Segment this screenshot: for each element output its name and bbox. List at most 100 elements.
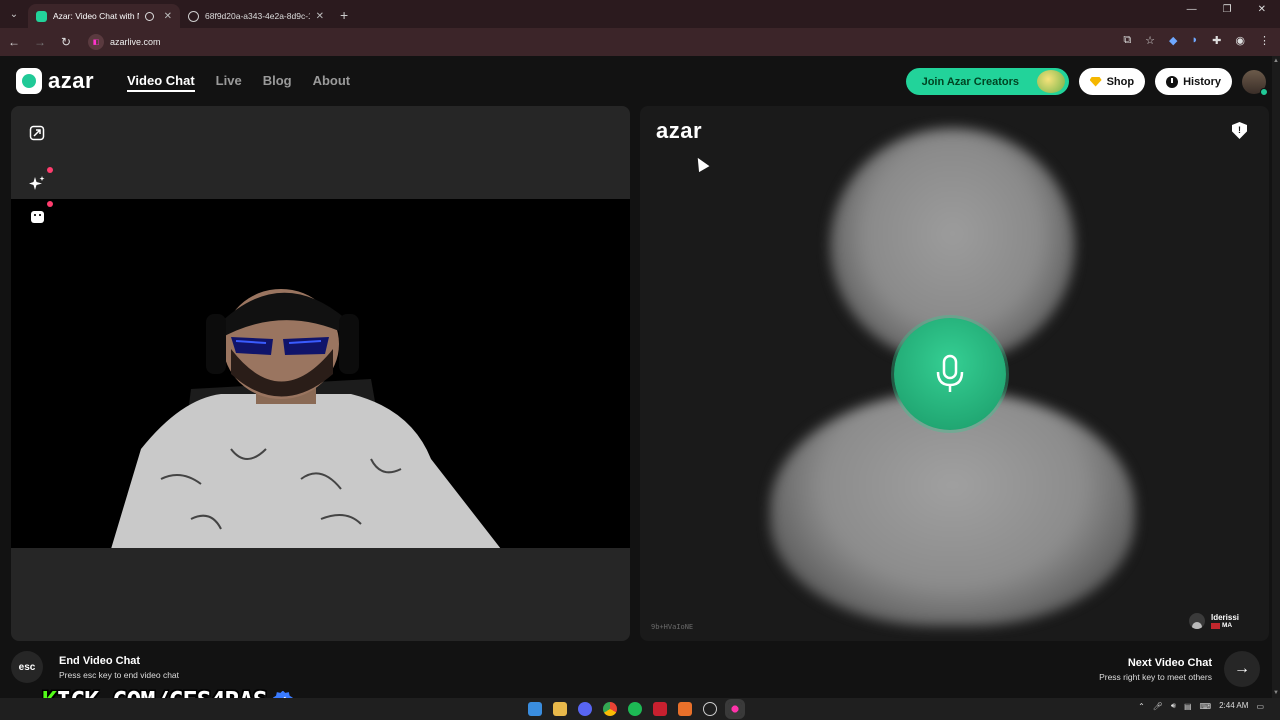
header-actions: Join Azar Creators Shop History	[905, 68, 1268, 96]
peer-info[interactable]: Iderissi MA	[1188, 613, 1239, 629]
browser-menu-icon[interactable]: ⋮	[1259, 34, 1270, 47]
browser-actions: ⧉ ☆ ◆ ◗ ✚ ◉ ⋮	[1123, 34, 1270, 47]
nav-about[interactable]: About	[313, 73, 351, 92]
taskbar-clock[interactable]: 2:44 AM	[1219, 701, 1248, 711]
bookmark-star-icon[interactable]: ☆	[1145, 34, 1155, 47]
next-chat-title: Next Video Chat	[1127, 656, 1212, 669]
url-field[interactable]: ◧ azarlive.com	[88, 34, 161, 50]
language-icon[interactable]: ⌨	[1200, 702, 1212, 711]
back-icon[interactable]: ←	[2, 35, 26, 49]
tab-title: 68f9d20a-a343-4e2a-8d9c-1c	[205, 11, 310, 21]
nav-live[interactable]: Live	[216, 73, 242, 92]
streamer-video-figure	[111, 289, 501, 548]
peer-name: Iderissi	[1210, 613, 1239, 622]
shop-label: Shop	[1106, 75, 1135, 88]
notifications-icon[interactable]: ▭	[1256, 702, 1264, 711]
logo-text: azar	[48, 68, 95, 93]
history-button[interactable]: History	[1155, 68, 1232, 95]
windows-start-icon[interactable]	[528, 702, 542, 716]
expand-icon[interactable]	[25, 121, 49, 145]
reload-icon[interactable]: ↻	[54, 35, 78, 49]
local-video-panel	[11, 106, 630, 641]
spotify-icon[interactable]	[628, 702, 642, 716]
report-symbol: !	[1238, 125, 1241, 135]
forward-icon[interactable]: →	[28, 35, 52, 49]
microphone-button[interactable]	[894, 318, 1006, 430]
session-id: 9b+HVaIoNE	[651, 623, 694, 631]
azar-logo-icon	[16, 68, 42, 94]
microphone-icon	[936, 354, 964, 392]
azar-logo[interactable]: azar	[16, 68, 94, 94]
morocco-flag-icon	[1210, 622, 1220, 629]
globe-icon	[188, 10, 199, 22]
tab-second[interactable]: 68f9d20a-a343-4e2a-8d9c-1c ✕	[180, 4, 332, 28]
url-text: azarlive.com	[110, 37, 161, 47]
tab-title: Azar: Video Chat with New	[53, 11, 139, 21]
extension-shield-icon[interactable]: ◆	[1169, 34, 1177, 47]
local-tools	[25, 121, 53, 229]
browser-tab-strip: ⌄ Azar: Video Chat with New ✕ 68f9d20a-a…	[0, 0, 1280, 28]
taskbar-apps	[528, 702, 742, 716]
tab-azar[interactable]: Azar: Video Chat with New ✕	[28, 4, 180, 28]
volume-icon[interactable]: 🔊︎	[1171, 701, 1176, 711]
shop-button[interactable]: Shop	[1078, 68, 1146, 95]
next-arrow-button[interactable]: →	[1224, 651, 1260, 687]
next-chat-hint: Press right key to meet others	[1099, 671, 1212, 682]
close-window-icon[interactable]: ✕	[1258, 4, 1266, 15]
peer-country: MA	[1210, 622, 1239, 629]
site-info-icon[interactable]: ◧	[88, 34, 104, 50]
next-chat-control: Next Video Chat Press right key to meet …	[1099, 651, 1260, 687]
maximize-icon[interactable]: ❐	[1223, 4, 1232, 15]
main-nav: Video Chat Live Blog About	[127, 73, 350, 92]
esc-button[interactable]: esc	[11, 651, 43, 683]
file-explorer-icon[interactable]	[553, 702, 567, 716]
nav-video-chat[interactable]: Video Chat	[127, 73, 195, 92]
install-app-icon[interactable]: ⧉	[1123, 34, 1131, 47]
azar-favicon-icon	[36, 10, 47, 22]
extensions-puzzle-icon[interactable]: ✚	[1212, 34, 1221, 47]
gem-icon	[1089, 76, 1102, 87]
window-controls: — ❐ ✕	[1187, 4, 1280, 15]
close-tab-icon[interactable]: ✕	[316, 11, 324, 22]
windows-taskbar: ⌃ 🎤︎ 🔊︎ ▤ ⌨ 2:44 AM ▭	[0, 698, 1280, 720]
creators-coin-icon	[1036, 70, 1065, 93]
system-tray: ⌃ 🎤︎ 🔊︎ ▤ ⌨ 2:44 AM ▭	[1138, 701, 1264, 711]
new-tab-button[interactable]: +	[340, 7, 348, 23]
recording-icon	[144, 11, 154, 21]
orange-app-icon[interactable]	[678, 702, 692, 716]
profile-icon[interactable]: ◉	[1235, 34, 1245, 47]
notification-dot-icon	[47, 201, 53, 207]
tray-mic-icon[interactable]: 🎤︎	[1153, 702, 1163, 711]
scroll-down-icon[interactable]: ▼	[1273, 690, 1279, 696]
close-tab-icon[interactable]: ✕	[164, 11, 172, 22]
nav-blog[interactable]: Blog	[263, 73, 292, 92]
peer-country-code: MA	[1221, 622, 1233, 629]
end-chat-hint: Press esc key to end video chat	[59, 669, 180, 680]
history-label: History	[1183, 75, 1221, 88]
scroll-up-icon[interactable]: ▲	[1273, 58, 1279, 64]
peer-avatar-icon	[1188, 613, 1205, 629]
join-creators-button[interactable]: Join Azar Creators	[905, 68, 1069, 95]
red-app-icon[interactable]	[653, 702, 667, 716]
chrome-icon[interactable]	[603, 702, 617, 716]
browser-taskbar-icon[interactable]	[728, 702, 742, 716]
report-shield-icon[interactable]: !	[1232, 122, 1247, 139]
discord-icon[interactable]	[578, 702, 592, 716]
join-creators-label: Join Azar Creators	[921, 75, 1019, 88]
site-header: azar Video Chat Live Blog About Join Aza…	[0, 56, 1280, 106]
tray-chevron-icon[interactable]: ⌃	[1138, 702, 1145, 711]
tab-search-icon[interactable]: ⌄	[4, 4, 24, 24]
obs-icon[interactable]	[703, 702, 717, 716]
extension-wave-icon[interactable]: ◗	[1192, 34, 1199, 47]
minimize-icon[interactable]: —	[1187, 4, 1197, 15]
address-bar: ← → ↻ ◧ azarlive.com ⧉ ☆ ◆ ◗ ✚ ◉ ⋮	[0, 28, 1280, 56]
sparkle-effects-icon[interactable]	[25, 167, 53, 195]
remote-azar-logo: azar	[656, 118, 703, 143]
end-chat-title: End Video Chat	[59, 654, 141, 667]
online-status-icon	[1260, 87, 1268, 96]
face-filter-icon[interactable]	[25, 201, 53, 229]
page-scrollbar[interactable]: ▲ ▼	[1272, 56, 1280, 698]
user-avatar[interactable]	[1242, 69, 1268, 96]
network-icon[interactable]: ▤	[1184, 702, 1192, 711]
remote-video-panel: azar ! 9b+HVaIoNE Iderissi MA	[640, 106, 1269, 641]
